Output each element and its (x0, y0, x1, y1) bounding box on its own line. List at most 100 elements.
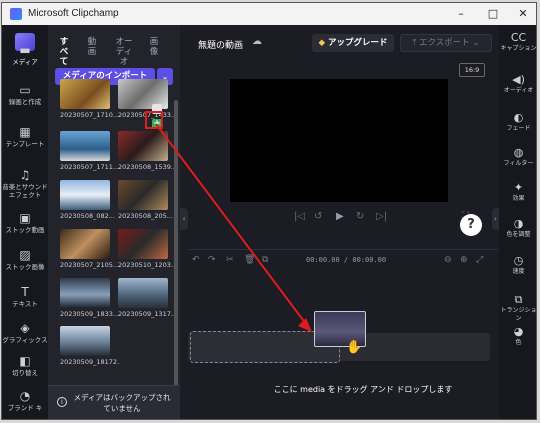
media-thumbnail[interactable] (60, 229, 110, 259)
color-icon: ◑ (513, 217, 524, 230)
sidebar-item-6[interactable]: T テキスト (2, 285, 48, 308)
property-item-0[interactable]: CC キャプション (499, 31, 537, 53)
sidebar-item-label: メディア (12, 58, 38, 66)
sidebar-item-label: テキスト (12, 300, 38, 308)
media-filename: 20230507_1711... (60, 163, 120, 171)
stock-image-icon: ▨ (19, 248, 31, 262)
property-item-2[interactable]: ◐ フェード (499, 111, 536, 133)
title-bar: Microsoft Clipchamp – □ ✕ (2, 3, 536, 25)
project-title[interactable]: 無題の動画 (198, 38, 243, 51)
media-filename: 20230507_1710... (60, 111, 120, 119)
fit-icon[interactable]: ⤢ (476, 255, 483, 265)
property-item-5[interactable]: ◑ 色を調整 (499, 217, 536, 239)
sidebar-item-0[interactable]: ▬ メディア (2, 43, 48, 66)
media-thumbnail[interactable] (118, 229, 168, 259)
color-wheel-icon: ◕ (513, 325, 524, 338)
property-item-6[interactable]: ◷ 速度 (499, 254, 536, 276)
sidebar-item-label: テンプレート (5, 140, 45, 148)
sidebar-item-label: 音楽とサウンドエフェクト (2, 183, 48, 199)
property-item-1[interactable]: ◀) オーディオ (499, 73, 536, 95)
media-thumbnail[interactable] (60, 326, 110, 356)
media-filename: 20230509_18172... (60, 358, 120, 366)
sidebar-item-label: 録画と作成 (8, 98, 42, 106)
property-item-label: キャプション (500, 45, 537, 52)
media-tabs: すべて 動画 オーディオ 画像 (48, 33, 180, 67)
tab-video[interactable]: 動画 (86, 37, 98, 57)
media-thumbnail[interactable] (118, 180, 168, 210)
add-to-timeline-button[interactable]: + (152, 119, 162, 129)
property-item-8[interactable]: ◕ 色 (499, 325, 536, 347)
delete-icon[interactable]: 🗑 (244, 255, 255, 265)
property-item-7[interactable]: ⧉ トランジション (499, 293, 537, 323)
text-icon: T (21, 285, 29, 299)
folder-icon: ▬ (19, 43, 31, 57)
media-filename: 20230507_1433... (118, 111, 178, 119)
sidebar-item-7[interactable]: ◈ グラフィックス (2, 321, 48, 344)
zoom-in-icon[interactable]: ⊕ (460, 255, 468, 265)
media-filename: 20230508_205... (118, 212, 173, 220)
media-thumbnail[interactable] (118, 278, 168, 308)
upgrade-button[interactable]: ◆ アップグレード (312, 34, 394, 52)
maximize-button[interactable]: □ (478, 6, 508, 22)
play-icon[interactable]: ▶ (336, 211, 344, 222)
media-thumbnail[interactable] (60, 180, 110, 210)
audio-icon: ◀) (512, 73, 525, 86)
export-icon: ⤒ (412, 38, 417, 48)
minimize-button[interactable]: – (446, 6, 476, 22)
diamond-icon: ◆ (318, 38, 326, 48)
skip-forward-icon[interactable]: ▷| (376, 211, 387, 222)
duplicate-icon[interactable]: ⧉ (262, 255, 268, 265)
upgrade-label: アップグレード (328, 38, 388, 48)
sidebar-item-label: 切り替え (12, 369, 38, 377)
collapse-left-panel-button[interactable]: ‹ (180, 208, 188, 230)
filter-icon: ◍ (513, 146, 524, 159)
media-filename: 20230508_1539... (118, 163, 178, 171)
close-button[interactable]: ✕ (508, 6, 536, 22)
sidebar-item-label: ストック画像 (5, 263, 45, 271)
sidebar-item-8[interactable]: ◧ 切り替え (2, 354, 48, 377)
zoom-out-icon[interactable]: ⊖ (444, 255, 452, 265)
split-icon[interactable]: ✂ (226, 255, 234, 265)
media-filename: 20230508_082... (60, 212, 115, 220)
undo-icon[interactable]: ↶ (192, 255, 200, 265)
sidebar-item-5[interactable]: ▨ ストック画像 (2, 248, 48, 271)
tab-images[interactable]: 画像 (148, 37, 160, 57)
media-thumbnail[interactable] (118, 131, 168, 161)
media-panel: すべて 動画 オーディオ 画像 メディアのインポート ⌄ 20230507_17… (48, 25, 180, 419)
fade-icon: ◐ (513, 111, 524, 124)
sidebar-item-4[interactable]: ▣ ストック動画 (2, 211, 48, 234)
help-button[interactable]: ? (460, 214, 482, 236)
grab-cursor-icon: ✋ (346, 340, 363, 355)
aspect-ratio-button[interactable]: 16:9 (459, 63, 485, 77)
sidebar-item-2[interactable]: ▦ テンプレート (2, 125, 48, 148)
delete-media-icon[interactable] (152, 104, 162, 114)
music-icon: ♫ (19, 168, 31, 182)
transitions-icon: ◧ (19, 354, 31, 368)
stock-video-icon: ▣ (19, 211, 31, 225)
sidebar-item-3[interactable]: ♫ 音楽とサウンドエフェクト (2, 168, 48, 199)
right-properties-rail: CC キャプション ◀) オーディオ ◐ フェード ◍ フィルター ✦ 効果 ◑ 色を調整 ◷ 速度 ⧉ トラ… (499, 25, 537, 419)
media-thumbnail[interactable] (60, 131, 110, 161)
graphics-icon: ◈ (20, 321, 30, 335)
media-thumbnail[interactable] (60, 79, 110, 109)
media-thumbnail[interactable] (60, 278, 110, 308)
export-button[interactable]: ⤒ エクスポート ⌄ (400, 34, 492, 52)
tab-audio[interactable]: オーディオ (112, 37, 136, 67)
sidebar-item-9[interactable]: ◔ ブランド キ (2, 389, 48, 412)
skip-back-icon[interactable]: |◁ (294, 211, 305, 222)
redo-icon[interactable]: ↷ (208, 255, 216, 265)
backup-notice: i メディアはバックアップされていません (48, 385, 180, 419)
captions-icon: CC (510, 31, 527, 44)
collapse-right-panel-button[interactable]: › (492, 208, 499, 230)
effects-icon: ✦ (513, 181, 524, 194)
templates-icon: ▦ (19, 125, 31, 139)
property-item-label: トランジション (500, 307, 537, 322)
property-item-3[interactable]: ◍ フィルター (499, 146, 536, 168)
forward-icon[interactable]: ↻ (356, 211, 364, 222)
rewind-icon[interactable]: ↺ (314, 211, 322, 222)
tab-all[interactable]: すべて (58, 37, 70, 67)
sidebar-item-1[interactable]: ▭ 録画と作成 (2, 83, 48, 106)
property-item-label: 色 (515, 339, 522, 346)
property-item-4[interactable]: ✦ 効果 (499, 181, 536, 203)
media-scrollbar[interactable] (174, 100, 178, 390)
